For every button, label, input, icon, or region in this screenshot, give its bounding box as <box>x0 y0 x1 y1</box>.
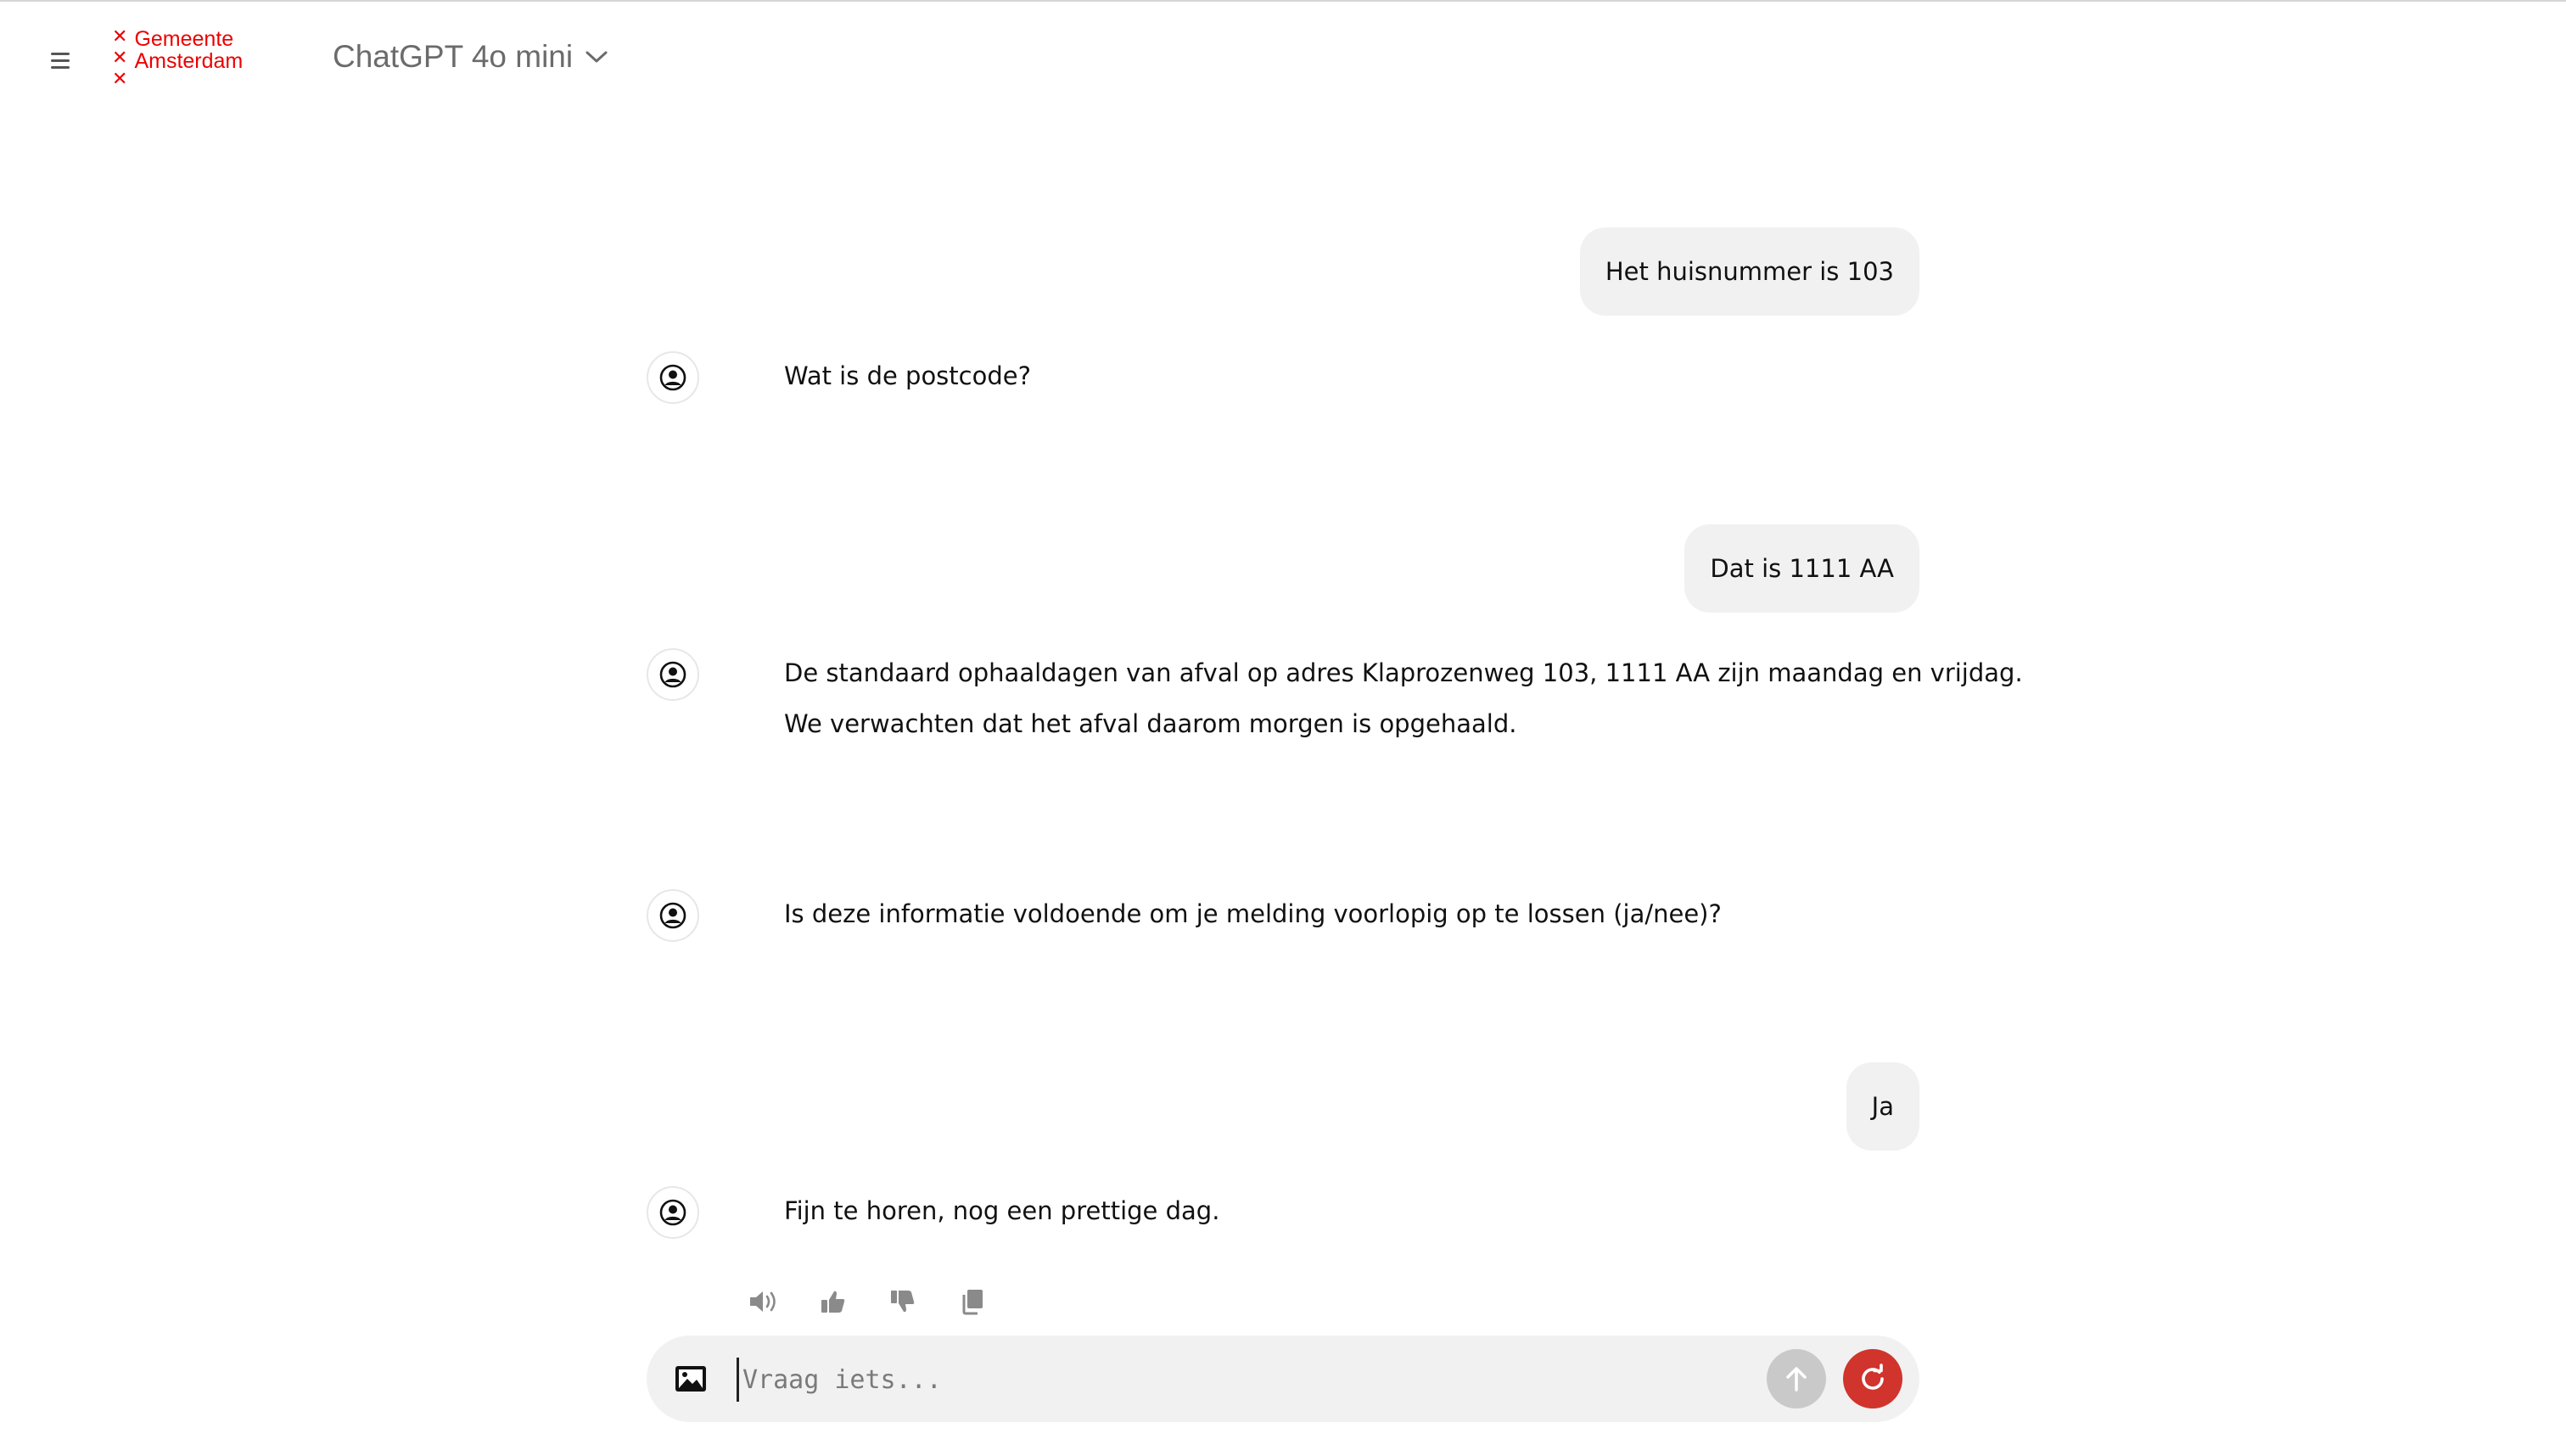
user-message-text: Het huisnummer is 103 <box>1605 257 1894 286</box>
assistant-message-text: Wat is de postcode? <box>784 350 1031 403</box>
message-line: De standaard ophaaldagen van afval op ad… <box>784 658 2023 687</box>
assistant-avatar-icon <box>647 648 699 701</box>
message-line: Wat is de postcode? <box>784 361 1031 390</box>
xxx-logo-icon: ✕ ✕ ✕ <box>112 26 128 90</box>
message-line: Is deze informatie voldoende om je meldi… <box>784 899 1722 928</box>
send-button[interactable] <box>1767 1349 1826 1408</box>
assistant-message-text: De standaard ophaaldagen van afval op ad… <box>784 647 2023 749</box>
message-actions <box>747 1285 989 1319</box>
assistant-message-text: Fijn te horen, nog een prettige dag. <box>784 1185 1219 1238</box>
assistant-avatar-icon <box>647 1186 699 1239</box>
user-message: Ja <box>1846 1062 1919 1151</box>
model-label: ChatGPT 4o mini <box>333 39 574 74</box>
assistant-message: Is deze informatie voldoende om je meldi… <box>647 889 1722 942</box>
speaker-icon[interactable] <box>747 1285 781 1319</box>
message-line: Fijn te horen, nog een prettige dag. <box>784 1196 1220 1225</box>
message-input[interactable] <box>737 1358 1542 1402</box>
user-message: Dat is 1111 AA <box>1684 524 1919 613</box>
image-upload-icon[interactable] <box>674 1362 708 1396</box>
copy-icon[interactable] <box>955 1285 989 1319</box>
user-message: Het huisnummer is 103 <box>1579 227 1919 316</box>
arrow-up-icon <box>1786 1367 1807 1392</box>
assistant-message-text: Is deze informatie voldoende om je meldi… <box>784 888 1722 941</box>
window-top-border <box>0 0 2566 2</box>
assistant-avatar-icon <box>647 889 699 942</box>
assistant-message: Fijn te horen, nog een prettige dag. <box>647 1186 1219 1239</box>
model-selector[interactable]: ChatGPT 4o mini <box>333 39 608 75</box>
logo-line2: Amsterdam <box>134 49 244 73</box>
refresh-icon <box>1862 1364 1884 1390</box>
hamburger-menu-icon[interactable] <box>48 48 73 73</box>
assistant-avatar-icon <box>647 351 699 404</box>
composer <box>647 1336 1919 1422</box>
thumbs-up-icon[interactable] <box>816 1285 850 1319</box>
gemeente-amsterdam-logo[interactable]: ✕ ✕ ✕ Gemeente Amsterdam <box>112 27 243 95</box>
reset-conversation-button[interactable] <box>1843 1349 1902 1408</box>
assistant-message: De standaard ophaaldagen van afval op ad… <box>647 648 2023 750</box>
logo-line1: Gemeente <box>134 27 234 51</box>
user-message-text: Ja <box>1871 1092 1894 1121</box>
message-line: We verwachten dat het afval daarom morge… <box>784 709 1517 738</box>
assistant-message: Wat is de postcode? <box>647 351 1031 404</box>
chevron-down-icon <box>585 51 608 63</box>
user-message-text: Dat is 1111 AA <box>1710 554 1894 583</box>
thumbs-down-icon[interactable] <box>886 1285 920 1319</box>
